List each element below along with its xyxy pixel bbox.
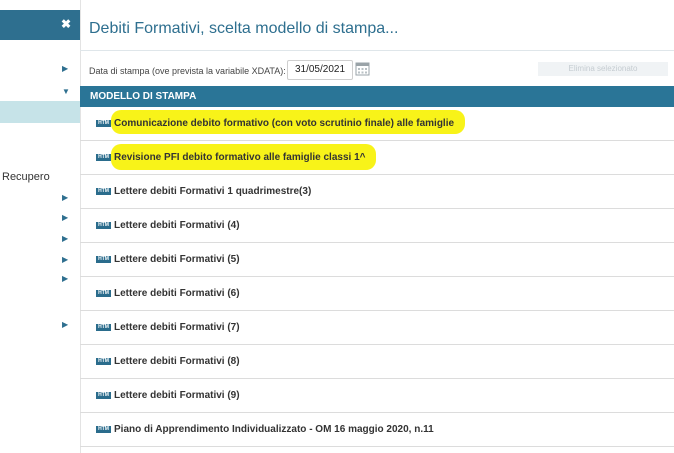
template-label[interactable]: Lettere debiti Formativi (7) <box>114 322 240 333</box>
dialog-title-bar: Debiti Formativi, scelta modello di stam… <box>80 10 674 51</box>
table-row[interactable]: HTM Lettere debiti Formativi (6) <box>80 277 674 311</box>
htm-file-icon: HTM <box>96 358 111 365</box>
column-header-modello: MODELLO DI STAMPA <box>90 91 197 102</box>
chevron-right-icon[interactable]: ▶ <box>62 255 68 264</box>
template-label[interactable]: Lettere debiti Formativi 1 quadrimestre(… <box>114 186 311 197</box>
sidebar-item-recupero[interactable]: Recupero <box>2 171 50 183</box>
htm-file-icon: HTM <box>96 222 111 229</box>
chevron-right-icon[interactable]: ▶ <box>62 213 68 222</box>
table-row[interactable]: HTM Lettere debiti Formativi (9) <box>80 379 674 413</box>
table-row[interactable]: HTM Lettere debiti Formativi (8) <box>80 345 674 379</box>
template-label[interactable]: Lettere debiti Formativi (5) <box>114 254 240 265</box>
table-row[interactable]: HTM Lettere debiti Formativi (4) <box>80 209 674 243</box>
template-label[interactable]: Revisione PFI debito formativo alle fami… <box>114 152 365 163</box>
sidebar-selected-item[interactable] <box>0 101 80 123</box>
calendar-icon[interactable] <box>355 61 370 76</box>
sidebar-header: ✖ <box>0 10 80 40</box>
close-icon[interactable]: ✖ <box>61 17 71 31</box>
template-label[interactable]: Lettere debiti Formativi (6) <box>114 288 240 299</box>
table-row[interactable]: HTM Lettere debiti Formativi (5) <box>80 243 674 277</box>
chevron-right-icon[interactable]: ▶ <box>62 320 68 329</box>
table-row[interactable]: HTM Piano di Apprendimento Individualizz… <box>80 413 674 447</box>
htm-file-icon: HTM <box>96 256 111 263</box>
chevron-down-icon[interactable]: ▼ <box>62 87 70 96</box>
chevron-right-icon[interactable]: ▶ <box>62 234 68 243</box>
table-row[interactable]: HTM Comunicazione debito formativo (con … <box>80 107 674 141</box>
template-label[interactable]: Lettere debiti Formativi (9) <box>114 390 240 401</box>
chevron-right-icon[interactable]: ▶ <box>62 193 68 202</box>
print-date-input[interactable]: 31/05/2021 <box>287 60 353 80</box>
table-row[interactable]: HTM Lettere debiti Formativi (7) <box>80 311 674 345</box>
template-label[interactable]: Lettere debiti Formativi (8) <box>114 356 240 367</box>
table-row[interactable]: HTM Lettere debiti Formativi 1 quadrimes… <box>80 175 674 209</box>
htm-file-icon: HTM <box>96 426 111 433</box>
main-panel: Debiti Formativi, scelta modello di stam… <box>80 0 674 453</box>
delete-selected-button[interactable]: Elimina selezionato <box>538 62 668 76</box>
page-title: Debiti Formativi, scelta modello di stam… <box>89 20 399 37</box>
chevron-right-icon[interactable]: ▶ <box>62 274 68 283</box>
table-row[interactable]: HTM Revisione PFI debito formativo alle … <box>80 141 674 175</box>
print-date-row: Data di stampa (ove prevista la variabil… <box>80 58 674 84</box>
print-date-label: Data di stampa (ove prevista la variabil… <box>89 66 286 76</box>
chevron-right-icon[interactable]: ▶ <box>62 64 68 73</box>
template-list: HTM Comunicazione debito formativo (con … <box>80 107 674 447</box>
htm-file-icon: HTM <box>96 290 111 297</box>
htm-file-icon: HTM <box>96 324 111 331</box>
template-label[interactable]: Lettere debiti Formativi (4) <box>114 220 240 231</box>
htm-file-icon: HTM <box>96 392 111 399</box>
sidebar: ✖ ▶ ▼ Recupero ▶ ▶ ▶ ▶ ▶ ▶ <box>0 0 81 453</box>
template-label[interactable]: Piano di Apprendimento Individualizzato … <box>114 424 434 435</box>
table-header: MODELLO DI STAMPA <box>80 86 674 107</box>
htm-file-icon: HTM <box>96 188 111 195</box>
htm-file-icon: HTM <box>96 154 111 161</box>
htm-file-icon: HTM <box>96 120 111 127</box>
template-label[interactable]: Comunicazione debito formativo (con voto… <box>114 118 454 129</box>
